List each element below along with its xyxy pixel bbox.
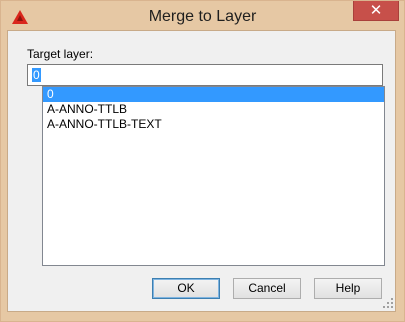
- close-icon: ✕: [369, 2, 383, 19]
- layer-list-item[interactable]: A-ANNO-TTLB-TEXT: [43, 117, 384, 132]
- ok-button[interactable]: OK: [152, 278, 220, 299]
- layer-list-item[interactable]: A-ANNO-TTLB: [43, 102, 384, 117]
- target-layer-value: 0: [32, 68, 41, 82]
- resize-grip-icon[interactable]: [383, 298, 393, 308]
- window-title: Merge to Layer: [148, 8, 257, 25]
- help-button[interactable]: Help: [314, 278, 382, 299]
- title-bar[interactable]: Merge to Layer: [1, 1, 404, 31]
- target-layer-label: Target layer:: [27, 47, 94, 61]
- cancel-button[interactable]: Cancel: [233, 278, 301, 299]
- target-layer-input[interactable]: 0: [27, 64, 383, 86]
- layer-list-item[interactable]: 0: [43, 87, 384, 102]
- close-button[interactable]: ✕: [353, 1, 399, 21]
- layer-list[interactable]: 0 A-ANNO-TTLB A-ANNO-TTLB-TEXT: [42, 86, 385, 266]
